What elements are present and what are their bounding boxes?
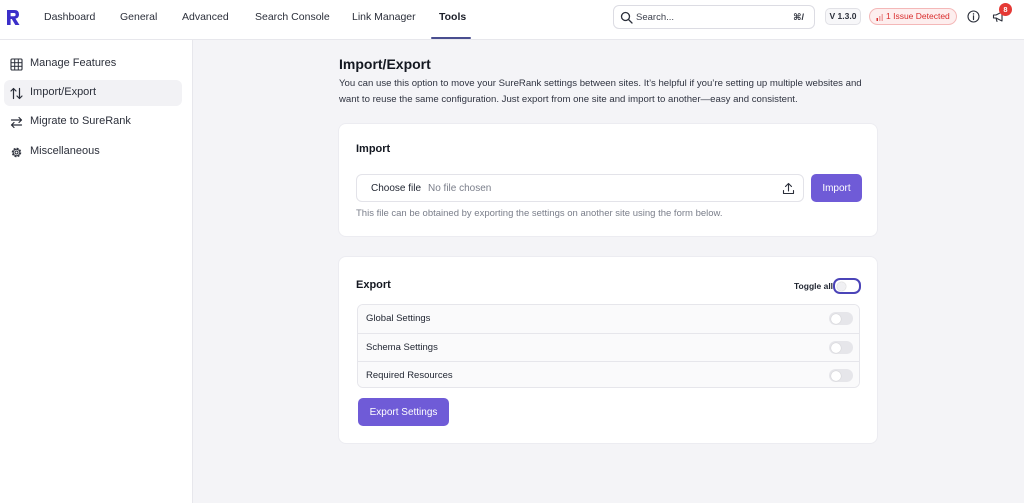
global-settings-toggle[interactable] bbox=[829, 312, 853, 325]
page-title: Import/Export bbox=[339, 56, 431, 72]
export-row-schema-settings: Schema Settings bbox=[358, 333, 859, 361]
gear-icon bbox=[11, 147, 22, 158]
sidebar-item-label: Import/Export bbox=[30, 86, 97, 98]
search-shortcut: ⌘/ bbox=[793, 12, 804, 22]
issues-text: 1 Issue Detected bbox=[886, 11, 950, 21]
toggle-knob bbox=[830, 370, 841, 381]
nav-general[interactable]: General bbox=[120, 0, 157, 39]
export-card: Export Toggle all Global Settings Schema… bbox=[338, 256, 878, 444]
export-settings-list: Global Settings Schema Settings Required… bbox=[357, 304, 860, 388]
import-title: Import bbox=[356, 143, 391, 155]
sidebar: Manage Features Import/Export Migrate to… bbox=[0, 40, 193, 503]
sidebar-item-label: Manage Features bbox=[30, 57, 117, 69]
sidebar-item-migrate[interactable]: Migrate to SureRank bbox=[4, 109, 182, 135]
choose-file-button[interactable]: Choose file bbox=[371, 183, 421, 194]
search-placeholder: Search... bbox=[636, 12, 675, 23]
notification-count-badge: 8 bbox=[999, 3, 1012, 16]
surerank-logo[interactable] bbox=[5, 9, 21, 26]
schema-settings-toggle[interactable] bbox=[829, 341, 853, 354]
sort-arrows-icon bbox=[10, 87, 23, 100]
export-settings-button[interactable]: Export Settings bbox=[358, 398, 449, 426]
top-bar: Dashboard General Advanced Search Consol… bbox=[0, 0, 1024, 40]
nav-search-console[interactable]: Search Console bbox=[255, 0, 330, 39]
toggle-knob bbox=[830, 313, 841, 324]
nav-link-manager[interactable]: Link Manager bbox=[352, 0, 416, 39]
export-row-label: Schema Settings bbox=[366, 342, 438, 353]
toggle-all-label: Toggle all bbox=[794, 281, 834, 291]
file-input[interactable]: Choose file No file chosen bbox=[356, 174, 804, 202]
swap-arrows-icon bbox=[10, 116, 23, 129]
info-icon[interactable] bbox=[967, 10, 980, 23]
sidebar-item-manage-features[interactable]: Manage Features bbox=[4, 51, 182, 77]
search-icon bbox=[620, 11, 633, 24]
import-help-text: This file can be obtained by exporting t… bbox=[356, 208, 723, 219]
nav-advanced[interactable]: Advanced bbox=[182, 0, 229, 39]
toggle-all-switch[interactable] bbox=[833, 278, 861, 294]
toggle-knob bbox=[830, 342, 841, 353]
export-row-label: Global Settings bbox=[366, 313, 431, 324]
toggle-knob bbox=[837, 281, 846, 291]
import-card: Import Choose file No file chosen Import… bbox=[338, 123, 878, 237]
required-resources-toggle[interactable] bbox=[829, 369, 853, 382]
export-row-required-resources: Required Resources bbox=[358, 361, 859, 387]
nav-dashboard[interactable]: Dashboard bbox=[44, 0, 95, 39]
sidebar-item-label: Miscellaneous bbox=[30, 145, 100, 157]
export-row-label: Required Resources bbox=[366, 370, 453, 381]
no-file-text: No file chosen bbox=[428, 183, 492, 194]
page-description: You can use this option to move your Sur… bbox=[339, 78, 862, 105]
export-row-global-settings: Global Settings bbox=[358, 305, 859, 333]
sidebar-item-import-export[interactable]: Import/Export bbox=[4, 80, 182, 106]
grid-icon bbox=[10, 58, 23, 71]
sidebar-item-label: Migrate to SureRank bbox=[30, 115, 131, 127]
import-button[interactable]: Import bbox=[811, 174, 862, 202]
sidebar-item-miscellaneous[interactable]: Miscellaneous bbox=[4, 139, 182, 165]
issues-badge[interactable]: 1 Issue Detected bbox=[869, 8, 957, 25]
version-badge: V 1.3.0 bbox=[825, 8, 861, 25]
export-title: Export bbox=[356, 279, 391, 291]
nav-tools[interactable]: Tools bbox=[439, 0, 466, 39]
active-tab-indicator bbox=[431, 37, 471, 39]
upload-icon[interactable] bbox=[782, 182, 795, 195]
search-input[interactable]: Search... ⌘/ bbox=[613, 5, 815, 29]
signal-bars-icon bbox=[876, 13, 883, 21]
